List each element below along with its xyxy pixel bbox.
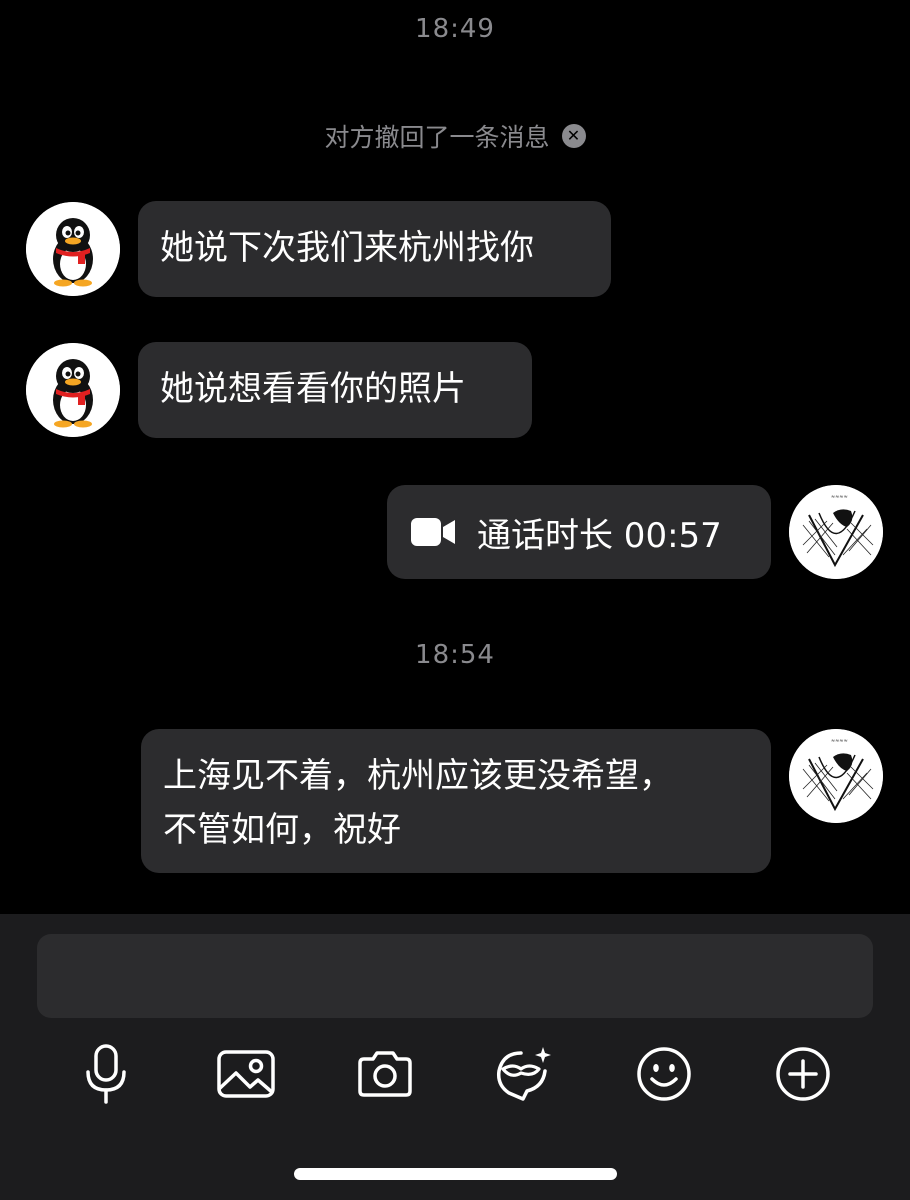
timestamp: 18:54: [415, 640, 495, 670]
video-call-bubble[interactable]: 通话时长 00:57: [387, 485, 771, 579]
emoji-button[interactable]: [632, 1042, 696, 1106]
message-text-line2: 不管如何，祝好: [163, 810, 401, 850]
image-button[interactable]: [214, 1042, 278, 1106]
message-bubble-outgoing[interactable]: 上海见不着，杭州应该更没希望， 不管如何，祝好: [141, 729, 771, 873]
emoji-icon: [637, 1047, 691, 1101]
message-input[interactable]: [37, 934, 873, 1018]
message-text: 她说想看看你的照片: [160, 369, 466, 409]
recall-notice-text: 对方撤回了一条消息: [324, 123, 550, 152]
avatar-penguin[interactable]: [26, 202, 120, 296]
sticker-button[interactable]: [492, 1042, 556, 1106]
avatar-self[interactable]: ≈≈≈≈: [789, 485, 883, 579]
microphone-icon: [86, 1044, 126, 1104]
sticker-icon: [496, 1047, 551, 1101]
camera-icon: [358, 1051, 412, 1097]
self-avatar-image: ≈≈≈≈: [789, 485, 883, 579]
recall-notice: 对方撤回了一条消息 ✕: [0, 118, 910, 154]
svg-text:≈≈≈≈: ≈≈≈≈: [831, 494, 848, 500]
home-indicator[interactable]: [294, 1168, 617, 1180]
close-circle-icon[interactable]: ✕: [561, 124, 586, 148]
plus-button[interactable]: [771, 1042, 835, 1106]
timestamp: 18:49: [415, 14, 495, 44]
avatar-self[interactable]: ≈≈≈≈: [789, 729, 883, 823]
camera-button[interactable]: [353, 1042, 417, 1106]
call-duration-text: 通话时长 00:57: [477, 515, 722, 556]
composer-bar: [0, 914, 910, 1200]
penguin-icon: [26, 343, 120, 437]
video-camera-icon: [411, 518, 455, 546]
svg-text:≈≈≈≈: ≈≈≈≈: [831, 738, 848, 744]
message-text-line1: 上海见不着，杭州应该更没希望，: [163, 756, 673, 796]
image-icon: [217, 1050, 275, 1098]
chat-screen: 18:49 对方撤回了一条消息 ✕ 她说下次我们来杭州找你 她说想看看你的照片 …: [0, 0, 910, 1200]
self-avatar-image: ≈≈≈≈: [789, 729, 883, 823]
message-text: 她说下次我们来杭州找你: [160, 228, 534, 268]
avatar-penguin[interactable]: [26, 343, 120, 437]
message-bubble-incoming[interactable]: 她说下次我们来杭州找你: [138, 201, 611, 297]
plus-icon: [776, 1047, 830, 1101]
penguin-icon: [26, 202, 120, 296]
message-bubble-incoming[interactable]: 她说想看看你的照片: [138, 342, 532, 438]
microphone-button[interactable]: [74, 1042, 138, 1106]
